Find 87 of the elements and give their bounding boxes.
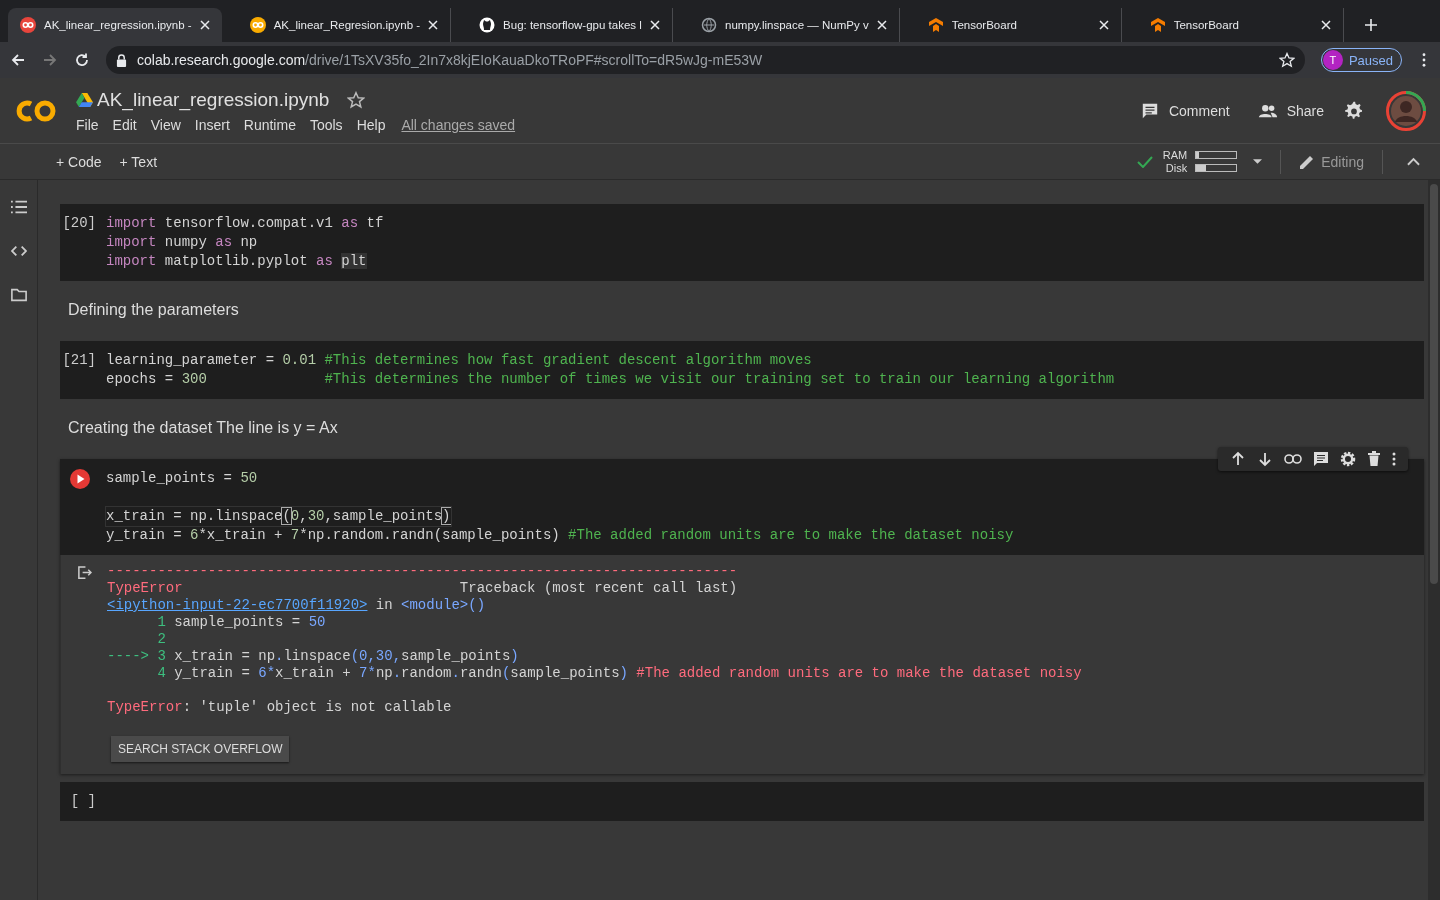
more-icon[interactable] xyxy=(1392,451,1396,467)
menu-item[interactable]: Help xyxy=(356,116,386,133)
traceback-line: TypeError: 'tuple' object is not callable xyxy=(107,699,452,716)
code-line: epochs = 300 #This determines the number of times we visit our training set to train our learning algorithm xyxy=(106,370,1115,389)
code-brackets-icon[interactable] xyxy=(10,244,27,258)
text-cell-heading: Defining the parameters xyxy=(68,301,239,318)
comment-button[interactable]: Comment xyxy=(1139,101,1230,120)
close-icon[interactable] xyxy=(428,20,439,30)
traceback-line: 1 sample_points = 50 xyxy=(156,614,326,631)
text-cell-heading: Creating the dataset The line is y = Ax xyxy=(68,419,338,436)
folder-icon[interactable] xyxy=(10,288,27,302)
colab-logo-icon xyxy=(249,17,266,33)
link-icon[interactable] xyxy=(1284,454,1302,464)
tensorboard-logo-icon xyxy=(927,17,944,33)
colab-logo-icon[interactable] xyxy=(14,97,58,124)
traceback-line: 4 y_train = 6*x_train + 7*np.random.randn(sample_points) #The added random units are to make the dataset noisy xyxy=(156,665,1082,682)
code-line: import numpy as np xyxy=(106,233,258,252)
pencil-icon xyxy=(1299,153,1316,170)
traceback-text: in xyxy=(374,597,394,613)
address-field[interactable]: colab.research.google.com/drive/1TsXV35fo_2In7x8kjEIoKauaDkoTRoPF#scrollTo=dR5wJg-mE53W xyxy=(106,46,1305,74)
more-icon[interactable] xyxy=(1422,53,1426,67)
traceback-link[interactable]: <ipython-input-22-ec7700f11920> xyxy=(107,597,368,613)
menu-item[interactable]: View xyxy=(150,116,181,133)
colab-logo-icon xyxy=(20,17,36,33)
traceback-line: 2 xyxy=(156,631,166,648)
save-status-link[interactable]: All changes saved xyxy=(401,116,516,133)
move-down-icon[interactable] xyxy=(1257,451,1273,467)
tensorboard-logo-icon xyxy=(1149,17,1166,33)
scrollbar-thumb[interactable] xyxy=(1430,184,1438,584)
code-cell[interactable]: sample_points = 50 x_train = np.linspace(0,30,sample_points) y_train = 6*x_train + 7*np.random.randn(sample_points) #The added random units are to make the dataset noisy xyxy=(60,459,1424,555)
globe-icon xyxy=(701,17,718,33)
menu-item[interactable]: File xyxy=(76,116,99,133)
trash-icon[interactable] xyxy=(1367,451,1381,467)
lock-icon xyxy=(116,53,127,67)
execution-count: [21] xyxy=(62,351,97,370)
settings-icon[interactable] xyxy=(1344,100,1364,121)
traceback-line: TypeError Traceback (most recent call last) xyxy=(107,580,738,597)
browser-tab[interactable]: AK_linear_regression.ipynb - xyxy=(8,8,222,42)
code-line: learning_parameter = 0.01 #This determines how fast gradient descent algorithm moves xyxy=(106,351,812,370)
reload-icon[interactable] xyxy=(74,52,90,68)
code-cell[interactable]: [21] learning_parameter = 0.01 #This determines how fast gradient descent algorithm moves epochs = 300 #This determines the number of times we visit our training set to train our learning algorithm xyxy=(60,341,1424,399)
search-stack-overflow-button[interactable]: SEARCH STACK OVERFLOW xyxy=(111,736,290,762)
github-cat-icon xyxy=(479,17,496,33)
collapse-chevron-icon[interactable] xyxy=(1407,157,1420,166)
menu-item[interactable]: Runtime xyxy=(243,116,296,133)
code-line: import tensorflow.compat.v1 as tf xyxy=(106,214,384,233)
user-avatar[interactable] xyxy=(1386,90,1426,131)
editing-mode-button[interactable]: Editing xyxy=(1299,153,1364,170)
execution-count: [20] xyxy=(62,214,97,233)
code-line: y_train = 6*x_train + 7*np.random.randn(sample_points) #The added random units are to make the dataset noisy xyxy=(106,526,1014,545)
move-up-icon[interactable] xyxy=(1230,451,1246,467)
resources-button[interactable]: RAM Disk xyxy=(1162,148,1238,175)
add-text-button[interactable]: + Text xyxy=(119,153,158,170)
code-cell[interactable]: [20] import tensorflow.compat.v1 as tf import numpy as np import matplotlib.pyplot as plt xyxy=(60,204,1424,281)
notebook-title[interactable]: AK_linear_regression.ipynb xyxy=(97,88,330,111)
close-icon[interactable] xyxy=(650,20,661,30)
new-tab-icon[interactable] xyxy=(1363,18,1378,32)
code-line: sample_points = 50 xyxy=(106,469,258,488)
execution-count: [ ] xyxy=(70,792,97,811)
menu-item[interactable]: Edit xyxy=(112,116,137,133)
run-button[interactable] xyxy=(70,469,90,489)
code-cell[interactable]: [ ] xyxy=(60,782,1424,821)
settings-icon[interactable] xyxy=(1340,451,1356,467)
close-icon[interactable] xyxy=(1098,20,1109,30)
table-of-contents-icon[interactable] xyxy=(10,200,27,214)
close-icon[interactable] xyxy=(199,20,210,30)
star-icon[interactable] xyxy=(347,90,366,109)
clear-output-icon[interactable] xyxy=(76,565,92,580)
comment-icon[interactable] xyxy=(1313,451,1329,467)
profile-status: Paused xyxy=(1348,52,1393,68)
caret-icon[interactable] xyxy=(1253,158,1263,165)
profile-avatar: T xyxy=(1322,50,1343,70)
drive-logo-icon xyxy=(76,92,93,107)
back-arrow-icon[interactable] xyxy=(10,52,26,68)
traceback-text: <module>() xyxy=(401,597,486,613)
traceback-line: --------------------------------------------------------------------------- xyxy=(107,563,738,580)
code-line: import matplotlib.pyplot as plt xyxy=(106,252,367,271)
code-line: x_train = np.linspace(0,30,sample_points) xyxy=(106,507,451,526)
menu-item[interactable]: Insert xyxy=(194,116,230,133)
close-icon[interactable] xyxy=(876,20,887,30)
traceback-line: ----> 3 x_train = np.linspace(0,30,sample_points) xyxy=(107,648,519,665)
forward-arrow-icon[interactable] xyxy=(42,52,58,68)
share-button[interactable]: Share xyxy=(1257,101,1324,120)
close-icon[interactable] xyxy=(1320,20,1331,30)
menu-item[interactable]: Tools xyxy=(309,116,343,133)
bookmark-star-icon[interactable] xyxy=(1278,52,1295,68)
add-code-button[interactable]: + Code xyxy=(56,153,102,170)
